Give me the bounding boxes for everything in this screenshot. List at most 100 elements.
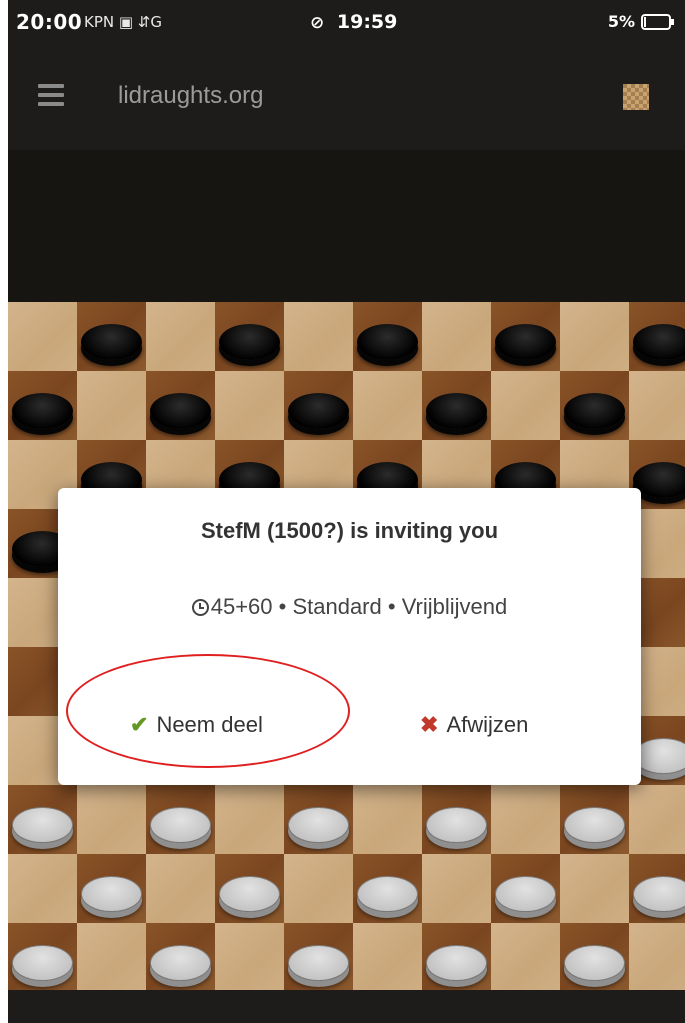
white-piece[interactable]	[288, 807, 349, 843]
checkmark-icon: ✔	[130, 712, 149, 737]
board-square[interactable]	[284, 371, 353, 440]
dialog-title: StefM (1500?) is inviting you	[200, 518, 499, 543]
board-square[interactable]	[422, 854, 491, 923]
board-square[interactable]	[77, 302, 146, 371]
board-square[interactable]	[629, 302, 685, 371]
board-square[interactable]	[422, 302, 491, 371]
battery-icon	[641, 13, 674, 30]
board-square[interactable]	[560, 854, 629, 923]
board-square[interactable]	[146, 371, 215, 440]
board-square[interactable]	[491, 854, 560, 923]
black-piece[interactable]	[12, 393, 73, 429]
board-square[interactable]	[422, 923, 491, 990]
black-piece[interactable]	[81, 324, 142, 360]
board-square[interactable]	[146, 785, 215, 854]
white-piece[interactable]	[426, 807, 487, 843]
white-piece[interactable]	[150, 807, 211, 843]
board-square[interactable]	[353, 371, 422, 440]
board-square[interactable]	[215, 923, 284, 990]
app-header: lidraughts.org	[8, 46, 685, 150]
board-square[interactable]	[560, 302, 629, 371]
board-square[interactable]	[560, 785, 629, 854]
phone-screen: 20:00 KPN ▣ ⇵G ⊘ 19:59 5% lidraughts.org…	[8, 0, 685, 1023]
board-theme-icon[interactable]	[623, 84, 649, 110]
board-square[interactable]	[353, 302, 422, 371]
link-icon: ⊘	[310, 13, 325, 33]
status-bar: 20:00 KPN ▣ ⇵G ⊘ 19:59 5%	[8, 0, 685, 46]
board-square[interactable]	[284, 854, 353, 923]
board-square[interactable]	[491, 923, 560, 990]
white-piece[interactable]	[564, 945, 625, 981]
separator: •	[381, 594, 402, 619]
board-square[interactable]	[491, 302, 560, 371]
white-piece[interactable]	[495, 876, 556, 912]
board-square[interactable]	[215, 785, 284, 854]
hamburger-menu-icon[interactable]	[38, 84, 64, 106]
white-piece[interactable]	[12, 945, 73, 981]
board-square[interactable]	[284, 302, 353, 371]
board-square[interactable]	[77, 854, 146, 923]
black-piece[interactable]	[633, 324, 685, 360]
decline-button[interactable]: ✖ Afwijzen	[420, 700, 528, 750]
white-piece[interactable]	[357, 876, 418, 912]
board-square[interactable]	[215, 302, 284, 371]
board-square[interactable]	[491, 785, 560, 854]
board-square[interactable]	[8, 371, 77, 440]
battery-fill	[644, 16, 646, 27]
board-square[interactable]	[77, 923, 146, 990]
board-square[interactable]	[8, 923, 77, 990]
accept-button[interactable]: ✔ Neem deel	[130, 700, 263, 750]
board-square[interactable]	[146, 302, 215, 371]
board-square[interactable]	[8, 785, 77, 854]
white-piece[interactable]	[633, 876, 685, 912]
status-carrier: KPN ▣ ⇵G	[84, 13, 163, 31]
decline-label: Afwijzen	[446, 712, 529, 737]
board-square[interactable]	[77, 785, 146, 854]
board-square[interactable]	[77, 371, 146, 440]
board-square[interactable]	[491, 371, 560, 440]
black-piece[interactable]	[564, 393, 625, 429]
white-piece[interactable]	[288, 945, 349, 981]
status-right: 5%	[607, 12, 674, 31]
black-piece[interactable]	[150, 393, 211, 429]
white-piece[interactable]	[81, 876, 142, 912]
status-center: ⊘ 19:59	[310, 11, 397, 33]
board-square[interactable]	[146, 923, 215, 990]
board-square[interactable]	[629, 371, 685, 440]
battery-percent: 5%	[607, 12, 635, 31]
board-square[interactable]	[353, 854, 422, 923]
clock-icon	[191, 599, 209, 616]
white-piece[interactable]	[12, 807, 73, 843]
black-piece[interactable]	[495, 324, 556, 360]
game-settings: 45+60 • Standard • Vrijblijvend	[58, 594, 641, 620]
board-square[interactable]	[422, 785, 491, 854]
white-piece[interactable]	[426, 945, 487, 981]
board-square[interactable]	[629, 854, 685, 923]
board-square[interactable]	[629, 923, 685, 990]
board-square[interactable]	[353, 785, 422, 854]
board-square[interactable]	[8, 854, 77, 923]
board-square[interactable]	[146, 854, 215, 923]
white-piece[interactable]	[564, 807, 625, 843]
board-square[interactable]	[560, 923, 629, 990]
black-piece[interactable]	[219, 324, 280, 360]
board-square[interactable]	[560, 371, 629, 440]
black-piece[interactable]	[357, 324, 418, 360]
board-square[interactable]	[284, 923, 353, 990]
board-square[interactable]	[284, 785, 353, 854]
white-piece[interactable]	[150, 945, 211, 981]
board-square[interactable]	[353, 923, 422, 990]
black-piece[interactable]	[426, 393, 487, 429]
black-piece[interactable]	[288, 393, 349, 429]
close-icon: ✖	[420, 712, 439, 737]
board-square[interactable]	[215, 854, 284, 923]
board-square[interactable]	[422, 371, 491, 440]
rated-mode: Vrijblijvend	[401, 594, 508, 619]
board-square[interactable]	[215, 371, 284, 440]
white-piece[interactable]	[219, 876, 280, 912]
board-square[interactable]	[629, 785, 685, 854]
accept-label: Neem deel	[156, 712, 263, 737]
challenge-dialog: StefM (1500?) is inviting you 45+60 • St…	[58, 488, 641, 785]
board-square[interactable]	[8, 302, 77, 371]
site-title[interactable]: lidraughts.org	[118, 82, 263, 110]
